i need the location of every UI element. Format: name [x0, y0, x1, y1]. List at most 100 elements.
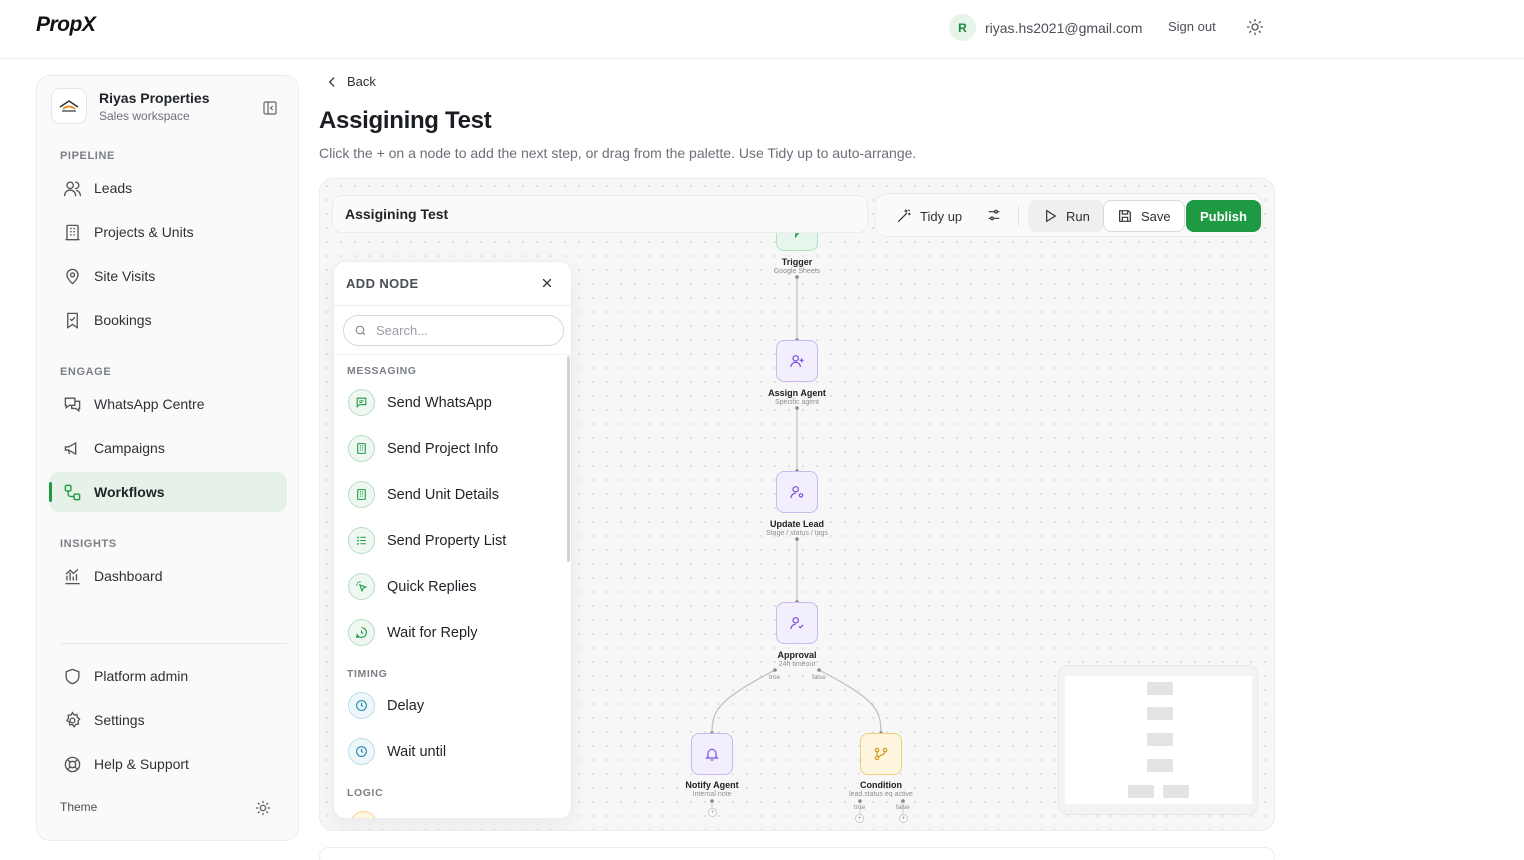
sidebar-item-leads[interactable]: Leads: [49, 168, 287, 208]
sidebar-item-label: Settings: [94, 712, 145, 728]
palette-search[interactable]: [343, 315, 564, 346]
pointer-click-icon: [356, 581, 368, 593]
palette-item-label: Send Property List: [387, 532, 507, 549]
add-step-button[interactable]: +: [708, 808, 717, 817]
user-email: riyas.hs2021@gmail.com: [985, 19, 1143, 36]
megaphone-icon: [64, 441, 77, 455]
palette-item-delay[interactable]: Delay: [348, 692, 424, 719]
tidy-up-button[interactable]: Tidy up: [896, 200, 962, 232]
clock-icon: [356, 700, 367, 711]
sidebar-item-site-visits[interactable]: Site Visits: [49, 256, 287, 296]
sidebar-item-campaigns[interactable]: Campaigns: [49, 428, 287, 468]
sidebar-item-settings[interactable]: Settings: [49, 700, 287, 740]
search-input[interactable]: [376, 323, 546, 338]
panel-divider: [334, 305, 571, 306]
signout-button[interactable]: Sign out: [1168, 19, 1216, 34]
minimap[interactable]: [1058, 665, 1258, 815]
collapse-sidebar-icon[interactable]: [262, 100, 278, 116]
chart-icon: [65, 568, 80, 584]
flow-node-assign-agent[interactable]: [776, 340, 818, 382]
node-label-approval: Approval: [777, 650, 817, 660]
category-timing: TIMING: [347, 668, 388, 680]
palette-item-label: Send WhatsApp: [387, 394, 492, 411]
floppy-disk-icon: [1119, 210, 1131, 222]
chevron-left-icon: [328, 76, 335, 87]
workflow-canvas[interactable]: Trigger Google Sheets Assign Agent Speci…: [319, 178, 1275, 831]
avatar[interactable]: R: [949, 14, 976, 41]
building-icon: [357, 489, 366, 500]
save-label: Save: [1141, 208, 1171, 224]
flow-node-approval[interactable]: [776, 602, 818, 644]
shield-icon: [65, 668, 80, 684]
search-icon: [355, 325, 366, 336]
user-menu[interactable]: R riyas.hs2021@gmail.com: [949, 14, 1142, 41]
section-insights: INSIGHTS: [60, 538, 117, 550]
sidebar-item-platform-admin[interactable]: Platform admin: [49, 656, 287, 696]
app-logo[interactable]: PropX: [36, 13, 96, 37]
palette-item-send-project-info[interactable]: Send Project Info: [348, 435, 498, 462]
list-check-icon: [356, 536, 366, 546]
sidebar-item-bookings[interactable]: Bookings: [49, 300, 287, 340]
sidebar-item-whatsapp[interactable]: WhatsApp Centre: [49, 384, 287, 424]
palette-item-wait-until[interactable]: Wait until: [348, 738, 446, 765]
palette-item-label: Send Unit Details: [387, 486, 500, 503]
sidebar-item-label: Site Visits: [94, 268, 156, 284]
palette-item-label: Wait for Reply: [387, 624, 478, 641]
lifebuoy-icon: [64, 756, 81, 772]
magic-wand-icon: [898, 209, 911, 222]
section-engage: ENGAGE: [60, 366, 112, 378]
publish-button[interactable]: Publish: [1186, 200, 1261, 232]
theme-label: Theme: [60, 800, 98, 814]
minimap-node: [1147, 682, 1173, 695]
node-sub-notify-agent: Internal note: [692, 791, 732, 798]
node-sub-condition: lead.status eq active: [849, 791, 913, 798]
sliders-icon[interactable]: [986, 207, 1002, 223]
node-label-trigger: Trigger: [781, 257, 813, 267]
back-button[interactable]: Back: [325, 74, 376, 89]
workflow-name-field[interactable]: Assigining Test: [332, 195, 868, 233]
sun-icon[interactable]: [255, 800, 271, 816]
sidebar-item-workflows[interactable]: Workflows: [49, 472, 287, 512]
palette-item-logic-icon[interactable]: [350, 811, 377, 818]
save-button[interactable]: Save: [1103, 200, 1185, 232]
bottom-panel: [319, 847, 1275, 860]
flow-node-update-lead[interactable]: [776, 471, 818, 513]
node-sub-assign-agent: Specific agent: [775, 399, 819, 406]
add-step-button[interactable]: +: [899, 814, 908, 823]
node-label-update-lead: Update Lead: [769, 519, 824, 529]
palette-item-send-whatsapp[interactable]: Send WhatsApp: [348, 389, 492, 416]
bookmark-check-icon: [67, 312, 78, 329]
sidebar-item-dashboard[interactable]: Dashboard: [49, 556, 287, 596]
sidebar-item-label: Campaigns: [94, 440, 165, 456]
node-sub-update-lead: Stage / status / tags: [766, 530, 828, 537]
top-bar: PropX R riyas.hs2021@gmail.com Sign out: [0, 0, 1524, 59]
flow-node-notify-agent[interactable]: [691, 733, 733, 775]
palette-item-quick-replies[interactable]: Quick Replies: [348, 573, 476, 600]
sidebar-item-label: Platform admin: [94, 668, 189, 684]
palette-scrollbar[interactable]: [567, 356, 570, 562]
sun-icon[interactable]: [1246, 18, 1264, 36]
run-button[interactable]: Run: [1028, 200, 1104, 232]
building-icon: [65, 224, 80, 240]
minimap-node: [1163, 785, 1189, 798]
minimap-node: [1147, 707, 1173, 720]
back-label: Back: [347, 74, 376, 89]
node-label-assign-agent: Assign Agent: [768, 388, 826, 398]
add-step-button[interactable]: +: [855, 814, 864, 823]
port-label-false: false: [896, 804, 910, 811]
workspace-switcher[interactable]: Riyas Properties Sales workspace: [51, 88, 210, 124]
close-icon[interactable]: [540, 276, 554, 290]
palette-item-send-unit-details[interactable]: Send Unit Details: [348, 481, 499, 508]
minimap-node: [1147, 759, 1173, 772]
sidebar-item-help[interactable]: Help & Support: [49, 744, 287, 784]
sidebar-item-projects[interactable]: Projects & Units: [49, 212, 287, 252]
palette-item-label: Send Project Info: [387, 440, 499, 457]
palette-item-wait-for-reply[interactable]: Wait for Reply: [348, 619, 478, 646]
editor-toolbar: Tidy up Run Save Publish: [875, 193, 1263, 237]
section-pipeline: PIPELINE: [60, 150, 115, 162]
flow-node-condition[interactable]: [860, 733, 902, 775]
minimap-node: [1128, 785, 1154, 798]
page-title: Assigining Test: [319, 107, 492, 134]
panel-divider: [334, 354, 571, 355]
palette-item-send-property-list[interactable]: Send Property List: [348, 527, 506, 554]
